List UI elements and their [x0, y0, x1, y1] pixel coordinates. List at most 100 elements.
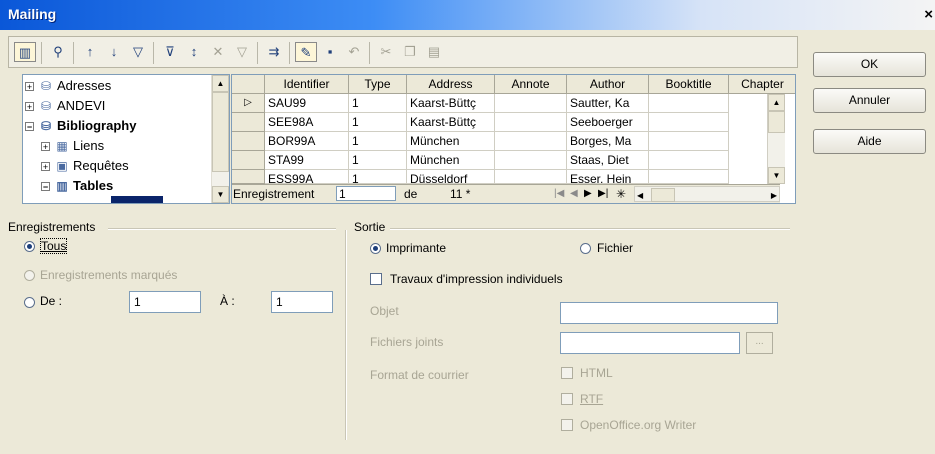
- cut-icon[interactable]: ✂: [375, 42, 397, 62]
- file-label[interactable]: Fichier: [597, 241, 633, 255]
- save-record-icon[interactable]: ▪: [319, 42, 341, 62]
- scroll-thumb[interactable]: [212, 92, 229, 172]
- ok-button[interactable]: OK: [813, 52, 926, 77]
- data-grid[interactable]: Identifier Type Address Annote Author Bo…: [231, 74, 796, 204]
- table-cell[interactable]: [649, 170, 729, 184]
- table-cell[interactable]: Staas, Diet: [567, 151, 649, 170]
- first-record-icon[interactable]: |◀: [554, 185, 564, 203]
- selected-table-item[interactable]: [111, 196, 163, 203]
- cancel-button[interactable]: Annuler: [813, 88, 926, 113]
- paste-icon[interactable]: ▤: [423, 42, 445, 62]
- tree-item-liens[interactable]: + ▦ Liens: [41, 136, 104, 156]
- tree-scrollbar[interactable]: ▲ ▼: [211, 75, 229, 203]
- table-cell[interactable]: 1: [349, 113, 407, 132]
- record-number-input[interactable]: 1: [336, 186, 396, 201]
- autofilter-icon[interactable]: ▽: [127, 42, 149, 62]
- row-selector[interactable]: [232, 151, 265, 170]
- from-record-input[interactable]: 1: [129, 291, 201, 313]
- data-to-text-icon[interactable]: ⇉: [263, 42, 285, 62]
- new-record-icon[interactable]: ✳: [616, 185, 626, 203]
- marked-records-radio[interactable]: [24, 270, 35, 281]
- edit-data-icon[interactable]: ✎: [295, 42, 317, 62]
- printer-label[interactable]: Imprimante: [386, 241, 446, 255]
- filter-icon[interactable]: ▽: [231, 42, 253, 62]
- scroll-thumb[interactable]: [651, 188, 675, 202]
- collapse-icon[interactable]: −: [25, 122, 34, 132]
- to-record-input[interactable]: 1: [271, 291, 333, 313]
- sort-ascending-icon[interactable]: ↑: [79, 42, 101, 62]
- table-cell[interactable]: [495, 94, 567, 113]
- table-cell[interactable]: [649, 132, 729, 151]
- column-header[interactable]: Chapter: [729, 75, 795, 94]
- column-header[interactable]: Author: [567, 75, 649, 94]
- scroll-thumb[interactable]: [768, 111, 785, 133]
- table-cell[interactable]: [495, 132, 567, 151]
- table-cell[interactable]: [649, 151, 729, 170]
- tree-item-tables[interactable]: − ▥ Tables: [41, 176, 113, 196]
- column-header[interactable]: Type: [349, 75, 407, 94]
- scroll-down-icon[interactable]: ▼: [768, 167, 785, 184]
- table-cell[interactable]: [649, 113, 729, 132]
- table-cell[interactable]: Kaarst-Büttç: [407, 94, 495, 113]
- close-icon[interactable]: ×: [924, 6, 933, 23]
- writer-checkbox[interactable]: [561, 419, 573, 431]
- data-source-tree[interactable]: + ⛁ Adresses + ⛁ ANDEVI − ⛁ Bibliography + ▦ Lie…: [22, 74, 230, 204]
- row-selector[interactable]: [232, 132, 265, 151]
- all-records-radio[interactable]: [24, 241, 35, 252]
- table-cell[interactable]: BOR99A: [265, 132, 349, 151]
- scroll-up-icon[interactable]: ▲: [212, 75, 229, 92]
- column-header[interactable]: Address: [407, 75, 495, 94]
- printer-radio[interactable]: [370, 243, 381, 254]
- table-cell[interactable]: [649, 94, 729, 113]
- table-cell[interactable]: München: [407, 151, 495, 170]
- table-cell[interactable]: [495, 151, 567, 170]
- copy-icon[interactable]: ❐: [399, 42, 421, 62]
- column-header[interactable]: Booktitle: [649, 75, 729, 94]
- undo-icon[interactable]: ↶: [343, 42, 365, 62]
- all-records-label[interactable]: Tous: [40, 238, 68, 254]
- next-record-icon[interactable]: ▶: [584, 185, 592, 203]
- expand-icon[interactable]: +: [25, 82, 34, 92]
- table-cell[interactable]: [495, 113, 567, 132]
- table-cell[interactable]: Kaarst-Büttç: [407, 113, 495, 132]
- tree-item-bibliography[interactable]: − ⛁ Bibliography: [25, 116, 136, 136]
- table-cell[interactable]: ESS99A: [265, 170, 349, 184]
- rtf-checkbox[interactable]: [561, 393, 573, 405]
- html-checkbox[interactable]: [561, 367, 573, 379]
- tree-item-andevi[interactable]: + ⛁ ANDEVI: [25, 96, 105, 116]
- table-cell[interactable]: SAU99: [265, 94, 349, 113]
- sort-descending-icon[interactable]: ↓: [103, 42, 125, 62]
- row-selector[interactable]: [232, 113, 265, 132]
- row-selector[interactable]: [232, 170, 265, 184]
- tree-item-requetes[interactable]: + ▣ Requêtes: [41, 156, 129, 176]
- scroll-left-icon[interactable]: ◀: [637, 187, 643, 203]
- previous-record-icon[interactable]: ◀: [570, 185, 578, 203]
- sort-icon[interactable]: ↕: [183, 42, 205, 62]
- subject-input[interactable]: [560, 302, 778, 324]
- table-cell[interactable]: [495, 170, 567, 184]
- current-row-icon[interactable]: ▷: [232, 94, 265, 113]
- browse-attachments-button[interactable]: ...: [746, 332, 773, 354]
- table-cell[interactable]: 1: [349, 94, 407, 113]
- table-cell[interactable]: Borges, Ma: [567, 132, 649, 151]
- scroll-right-icon[interactable]: ▶: [771, 187, 777, 203]
- table-cell[interactable]: 1: [349, 151, 407, 170]
- scroll-down-icon[interactable]: ▼: [212, 186, 229, 203]
- scroll-up-icon[interactable]: ▲: [768, 94, 785, 111]
- last-record-icon[interactable]: ▶|: [598, 185, 608, 203]
- grid-scrollbar[interactable]: ▲ ▼: [767, 94, 785, 184]
- table-cell[interactable]: 1: [349, 132, 407, 151]
- table-cell[interactable]: Sautter, Ka: [567, 94, 649, 113]
- remove-filter-icon[interactable]: ✕: [207, 42, 229, 62]
- individual-jobs-label[interactable]: Travaux d'impression individuels: [390, 272, 563, 286]
- column-header[interactable]: Annote: [495, 75, 567, 94]
- horizontal-scrollbar[interactable]: ◀ ▶: [634, 186, 780, 202]
- column-header[interactable]: Identifier: [265, 75, 349, 94]
- table-cell[interactable]: Seeboerger: [567, 113, 649, 132]
- expand-icon[interactable]: +: [25, 102, 34, 112]
- range-records-radio[interactable]: [24, 297, 35, 308]
- find-icon[interactable]: ⚲: [47, 42, 69, 62]
- table-cell[interactable]: SEE98A: [265, 113, 349, 132]
- attachments-input[interactable]: [560, 332, 740, 354]
- table-cell[interactable]: Esser, Hein: [567, 170, 649, 184]
